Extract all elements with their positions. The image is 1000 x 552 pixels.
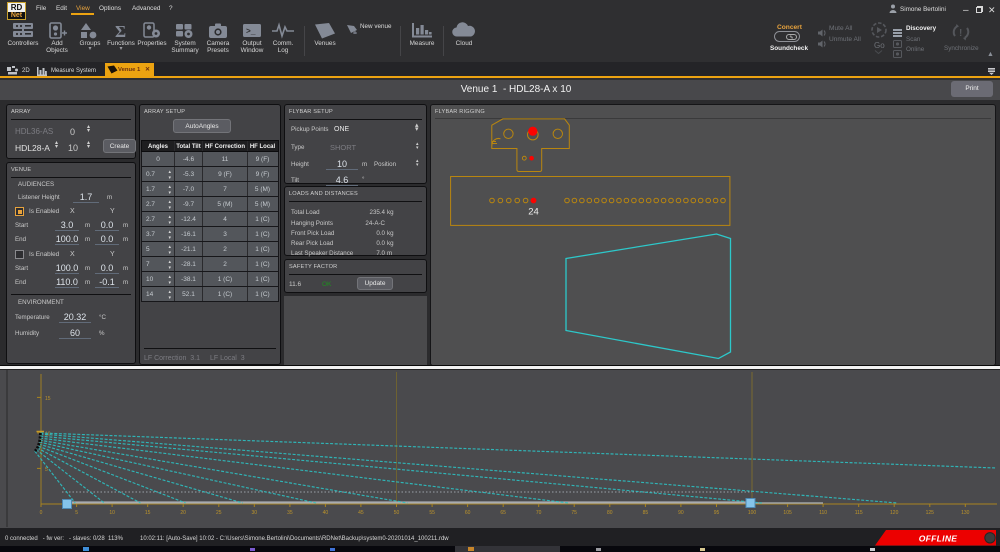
svg-text:15: 15 [45, 396, 51, 402]
svg-text:65: 65 [500, 510, 506, 516]
svg-text:OFFLINE: OFFLINE [919, 534, 957, 544]
svg-text:130: 130 [961, 510, 970, 516]
svg-text:115: 115 [855, 510, 863, 516]
svg-text:Go: Go [874, 41, 885, 50]
svg-text:60: 60 [465, 510, 471, 516]
svg-text:45: 45 [358, 510, 364, 516]
svg-text:85: 85 [643, 510, 649, 516]
svg-text:5: 5 [75, 510, 78, 516]
svg-text:20: 20 [180, 510, 186, 516]
svg-text:40: 40 [323, 510, 329, 516]
svg-text:120: 120 [890, 510, 899, 516]
svg-text:105: 105 [783, 510, 792, 516]
svg-text:!: ! [959, 28, 962, 39]
svg-text:55: 55 [429, 510, 435, 516]
svg-text:24: 24 [528, 207, 539, 218]
svg-text:25: 25 [216, 510, 222, 516]
svg-text:30: 30 [252, 510, 258, 516]
svg-text:10: 10 [109, 510, 115, 516]
svg-text:75: 75 [571, 510, 577, 516]
svg-text:35: 35 [287, 510, 293, 516]
svg-text:0: 0 [40, 510, 43, 516]
svg-text:70: 70 [536, 510, 542, 516]
svg-text:80: 80 [607, 510, 613, 516]
svg-text:110: 110 [819, 510, 827, 516]
svg-text:90: 90 [678, 510, 684, 516]
svg-text:100: 100 [748, 510, 757, 516]
svg-text:15: 15 [145, 510, 151, 516]
svg-text:125: 125 [926, 510, 935, 516]
svg-text:50: 50 [394, 510, 400, 516]
svg-text:95: 95 [714, 510, 720, 516]
